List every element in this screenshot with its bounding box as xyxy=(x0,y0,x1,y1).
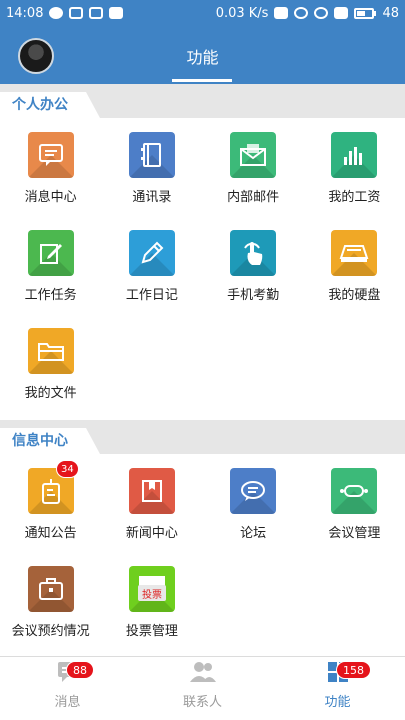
tile-label: 工作任务 xyxy=(24,288,77,303)
nav-label: 功能 xyxy=(324,695,351,710)
nav-badge: 88 xyxy=(66,661,94,679)
nav-label: 联系人 xyxy=(182,695,222,710)
function-tile[interactable]: 通知公告 34 xyxy=(0,460,101,552)
battery-level: 48 xyxy=(382,5,399,21)
function-tile[interactable]: 投票 投票管理 xyxy=(101,566,202,650)
function-tile[interactable]: 内部邮件 xyxy=(203,132,304,216)
briefcase-icon xyxy=(27,566,74,612)
function-tile[interactable]: 论坛 xyxy=(203,468,304,552)
section-title: 信息中心 xyxy=(0,428,100,454)
function-tile[interactable]: 新闻中心 xyxy=(101,468,202,552)
nav-badge: 158 xyxy=(336,661,371,679)
tile-label: 会议管理 xyxy=(328,526,381,541)
nav-item-functions[interactable]: 功能 158 xyxy=(270,657,405,720)
section-grid: 消息中心 通讯录 内部邮件 我的工资工作任务 工作日记 手机考勤 我的硬盘我的文件 xyxy=(0,118,405,420)
pencil-icon xyxy=(128,230,175,276)
battery-icon xyxy=(354,7,377,19)
svg-text:投票: 投票 xyxy=(142,588,162,601)
contacts-nav-icon xyxy=(189,660,217,688)
section-title: 个人办公 xyxy=(0,92,100,118)
title-underline xyxy=(172,79,232,82)
page-title: 功能 xyxy=(186,48,219,67)
tile-label: 通知公告 xyxy=(24,526,77,541)
tile-label: 投票管理 xyxy=(125,624,178,639)
salary-chart-icon xyxy=(331,132,378,178)
signal-icon xyxy=(334,7,349,19)
tile-label: 手机考勤 xyxy=(227,288,280,303)
function-tile[interactable]: 工作日记 xyxy=(101,230,202,314)
news-icon xyxy=(128,468,175,514)
chat-notification-icon xyxy=(49,7,64,19)
mail-notification-icon xyxy=(89,7,104,19)
function-tile[interactable]: 我的硬盘 xyxy=(304,230,405,314)
wifi-icon xyxy=(314,7,329,19)
image-notification-icon xyxy=(69,7,84,19)
status-bar: 14:08 0.03 K/s 48 xyxy=(0,0,405,26)
function-tile[interactable]: 工作任务 xyxy=(0,230,101,314)
function-tile[interactable]: 消息中心 xyxy=(0,132,101,216)
alarm-icon xyxy=(294,7,309,19)
tile-label: 我的硬盘 xyxy=(328,288,381,303)
task-edit-icon xyxy=(27,230,74,276)
function-tile[interactable]: 我的文件 xyxy=(0,328,101,412)
tile-label: 通讯录 xyxy=(132,190,172,205)
nav-label: 消息 xyxy=(54,695,81,710)
network-speed: 0.03 K/s xyxy=(215,5,269,21)
message-icon xyxy=(27,132,74,178)
section-header: 个人办公 xyxy=(0,84,405,118)
tile-label: 消息中心 xyxy=(24,190,77,205)
nav-item-contacts[interactable]: 联系人 xyxy=(135,657,270,720)
function-tile[interactable]: 会议预约情况 xyxy=(0,566,101,650)
bottom-nav: 消息 88 联系人 功能 158 xyxy=(0,656,405,720)
tile-label: 我的工资 xyxy=(328,190,381,205)
tile-label: 论坛 xyxy=(240,526,267,541)
tile-label: 内部邮件 xyxy=(227,190,280,205)
nav-item-messages[interactable]: 消息 88 xyxy=(0,657,135,720)
tile-label: 工作日记 xyxy=(125,288,178,303)
meeting-icon xyxy=(331,468,378,514)
tile-label: 我的文件 xyxy=(24,386,77,401)
tile-label: 会议预约情况 xyxy=(11,624,90,639)
function-tile[interactable]: 会议管理 xyxy=(304,468,405,552)
section-grid: 通知公告 34 新闻中心 论坛 会议管理 会议预约情况 投票 投票管理 xyxy=(0,454,405,656)
contacts-book-icon xyxy=(128,132,175,178)
function-tile[interactable]: 我的工资 xyxy=(304,132,405,216)
unread-badge: 34 xyxy=(56,460,79,478)
disk-drive-icon xyxy=(331,230,378,276)
mute-icon xyxy=(274,7,289,19)
mail-icon xyxy=(230,132,277,178)
tile-label: 新闻中心 xyxy=(125,526,178,541)
status-time: 14:08 xyxy=(6,5,44,21)
calendar-notification-icon xyxy=(109,7,124,19)
function-tile[interactable]: 通讯录 xyxy=(101,132,202,216)
function-tile[interactable]: 手机考勤 xyxy=(203,230,304,314)
vote-icon: 投票 xyxy=(128,566,175,612)
touch-hand-icon xyxy=(230,230,277,276)
function-list[interactable]: 个人办公消息中心 通讯录 内部邮件 我的工资工作任务 工作日记 手机考勤 我的硬盘我的文件信… xyxy=(0,84,405,656)
folder-icon xyxy=(27,328,74,374)
section-header: 信息中心 xyxy=(0,420,405,454)
app-bar: 功能 xyxy=(0,26,405,84)
forum-icon xyxy=(230,468,277,514)
